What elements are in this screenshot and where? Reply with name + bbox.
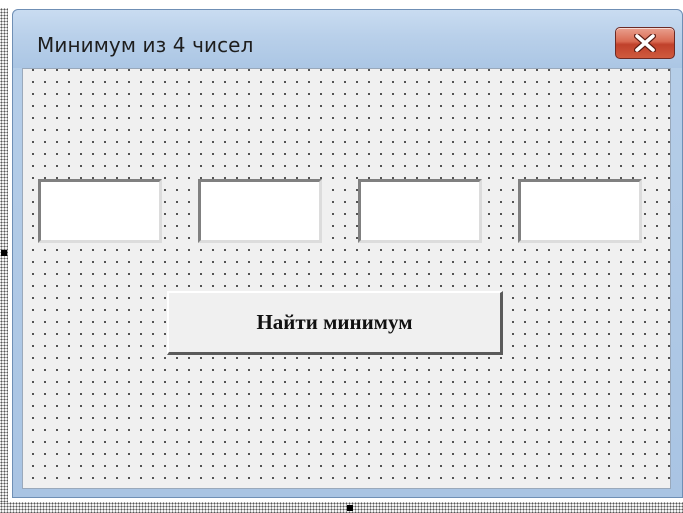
- form-designer-frame: Минимум из 4 чисел Найти минимум: [0, 0, 683, 513]
- window-title: Минимум из 4 чисел: [37, 33, 254, 57]
- form-client-area: Найти минимум: [22, 68, 671, 489]
- number-input-1[interactable]: [38, 179, 162, 243]
- number-input-3[interactable]: [358, 179, 482, 243]
- resize-handle-bottom[interactable]: [347, 505, 353, 511]
- selection-border-bottom[interactable]: [0, 502, 683, 513]
- close-icon: [634, 34, 656, 52]
- find-minimum-button-label: Найти минимум: [256, 310, 413, 334]
- find-minimum-button[interactable]: Найти минимум: [167, 291, 503, 355]
- userform-window: Минимум из 4 чисел Найти минимум: [12, 9, 683, 498]
- number-input-2[interactable]: [198, 179, 322, 243]
- title-bar[interactable]: Минимум из 4 чисел: [13, 10, 682, 68]
- number-input-4[interactable]: [518, 179, 642, 243]
- close-button[interactable]: [615, 27, 675, 59]
- resize-handle-left[interactable]: [1, 250, 7, 256]
- selection-border-left[interactable]: [0, 8, 8, 513]
